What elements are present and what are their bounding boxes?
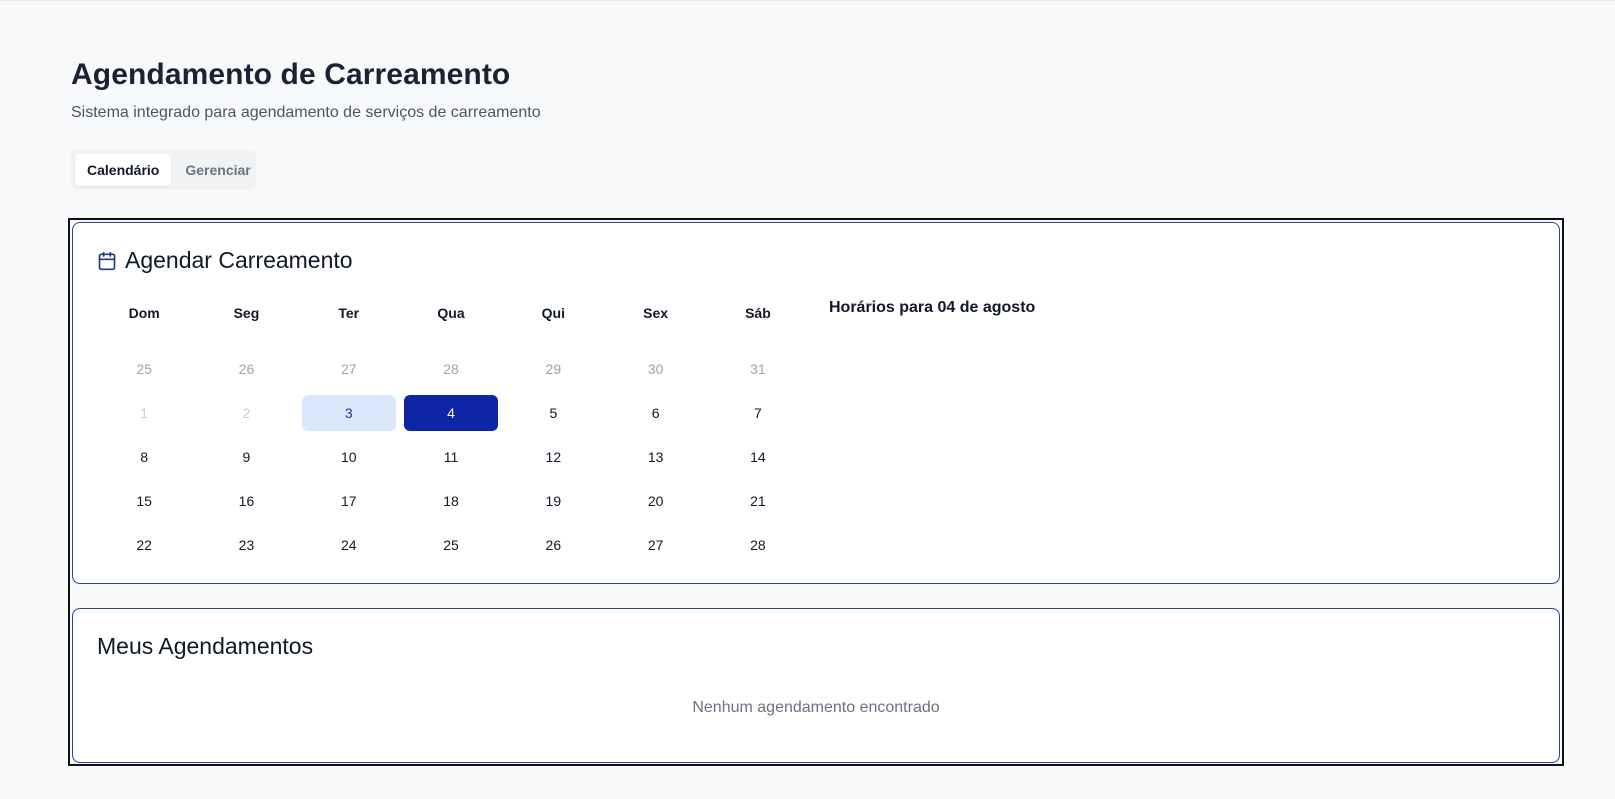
calendar-day[interactable]: 28 [711,527,805,563]
calendar-day[interactable]: 8 [97,439,191,475]
calendar-day[interactable]: 5 [506,395,600,431]
calendar-day[interactable]: 11 [404,439,498,475]
calendar-day[interactable]: 7 [711,395,805,431]
weekday-label: Seg [233,305,260,321]
schedule-card: Agendar Carreamento Dom Seg Ter Qua Qui Sex Sá… [72,222,1560,584]
weekday-label: Dom [128,305,160,321]
calendar-day: 1 [140,405,149,421]
calendar-day[interactable]: 17 [302,483,396,519]
calendar-day[interactable]: 10 [302,439,396,475]
calendar-day[interactable]: 30 [608,351,702,387]
calendar-day[interactable]: 16 [199,483,293,519]
calendar-week-row: 8 9 10 11 12 13 14 [97,439,813,475]
tab-list: Calendário Gerenciar [71,150,256,190]
calendar-day[interactable]: 21 [711,483,805,519]
calendar-day: 2 [242,405,251,421]
top-divider [0,0,1615,1]
calendar-week-row: 15 16 17 18 19 20 21 [97,483,813,519]
calendar-week-row: 22 23 24 25 26 27 28 [97,527,813,563]
calendar-day[interactable]: 13 [608,439,702,475]
calendar-day[interactable]: 29 [506,351,600,387]
calendar-day[interactable]: 23 [199,527,293,563]
calendar-day[interactable]: 25 [97,351,191,387]
calendar-day[interactable]: 12 [506,439,600,475]
tab-calendario[interactable]: Calendário [75,154,172,186]
calendar-day[interactable]: 9 [199,439,293,475]
tab-gerenciar[interactable]: Gerenciar [173,154,262,186]
calendar-day[interactable]: 24 [302,527,396,563]
my-bookings-title: Meus Agendamentos [97,633,314,659]
calendar-grid: Dom Seg Ter Qua Qui Sex Sáb 25 26 27 28 29 30 31 1 2 3 4… [97,295,813,563]
calendar-day[interactable]: 14 [711,439,805,475]
schedule-card-title: Agendar Carreamento [125,247,353,273]
schedule-card-header: Agendar Carreamento [97,247,353,274]
calendar-day[interactable]: 3 [301,395,396,431]
calendar-day[interactable]: 15 [97,483,191,519]
weekday-label: Sáb [745,305,771,321]
calendar-day[interactable]: 18 [404,483,498,519]
calendar-day[interactable]: 26 [506,527,600,563]
my-bookings-card: Meus Agendamentos Nenhum agendamento enc… [72,608,1560,763]
calendar-week-row: 25 26 27 28 29 30 31 [97,351,813,387]
calendar-day[interactable]: 20 [608,483,702,519]
calendar-day[interactable]: 27 [302,351,396,387]
calendar-day[interactable]: 28 [404,351,498,387]
weekday-header: Dom Seg Ter Qua Qui Sex Sáb [97,295,813,331]
weekday-label: Ter [338,305,360,321]
calendar-day[interactable]: 27 [608,527,702,563]
calendar-week-row: 1 2 34567 [97,395,813,431]
weekday-label: Sex [643,305,669,321]
weekday-label: Qui [541,305,565,321]
empty-state-message: Nenhum agendamento encontrado [692,699,940,716]
calendar-day[interactable]: 26 [199,351,293,387]
calendar-day[interactable]: 31 [711,351,805,387]
calendar-day[interactable]: 22 [97,527,191,563]
calendar-day[interactable]: 25 [404,527,498,563]
page-title: Agendamento de Carreamento [71,58,511,91]
page-subtitle: Sistema integrado para agendamento de se… [71,104,541,121]
calendar-day[interactable]: 19 [506,483,600,519]
time-slots-title: Horários para 04 de agosto [829,299,1036,316]
calendar-icon [98,251,116,270]
calendar-day[interactable]: 6 [608,395,702,431]
weekday-label: Qua [437,305,465,321]
calendar-day[interactable]: 4 [403,395,499,431]
